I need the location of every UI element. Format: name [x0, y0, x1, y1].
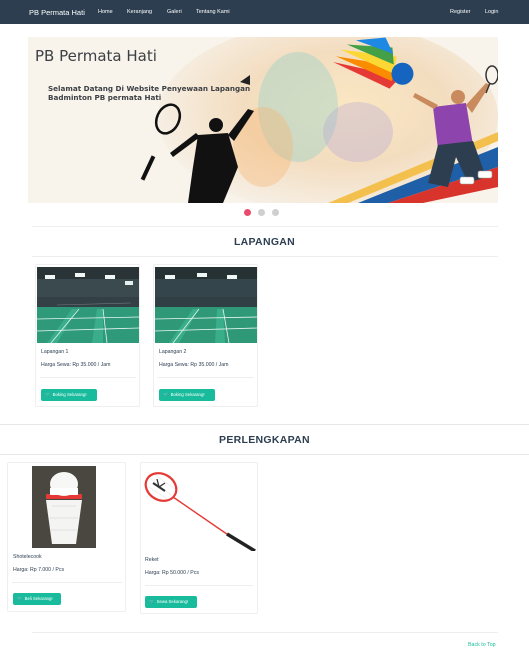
card-divider	[12, 582, 122, 583]
nav-register[interactable]: Register	[450, 9, 470, 15]
lapangan-card: Lapangan 1 Harga Sewa: Rp 35.000 / Jam 🛒…	[35, 264, 140, 407]
shopping-cart-icon: 🛒	[163, 392, 169, 397]
card-price: Harga: Rp 7.000 / Pcs	[13, 567, 65, 573]
lapangan-card: Lapangan 2 Harga Sewa: Rp 35.000 / Jam 🛒…	[153, 264, 258, 407]
shopping-cart-icon: 🛒	[17, 596, 23, 601]
hero-carousel[interactable]: PB Permata Hati Selamat Datang Di Websit…	[28, 37, 498, 203]
perlengkapan-card: Shotelecook Harga: Rp 7.000 / Pcs 🛒 Beli …	[7, 462, 126, 612]
banner-title: PB Permata Hati	[35, 47, 157, 65]
perlengkapan-card: Reket Harga: Rp 50.000 / Pcs 🛒 Sewa Sekar…	[140, 462, 258, 614]
back-to-top-link[interactable]: Back to Top	[468, 642, 496, 648]
card-price: Harga Sewa: Rp 35.000 / Jam	[41, 362, 111, 368]
card-name: Lapangan 2	[159, 349, 187, 355]
shuttlecock-image	[32, 466, 96, 548]
nav-tentang-kami[interactable]: Tentang Kami	[196, 9, 230, 15]
lapangan-heading: LAPANGAN	[233, 236, 296, 248]
carousel-dot-2[interactable]	[258, 209, 265, 216]
racket-image	[143, 469, 257, 551]
section-band-top	[0, 424, 529, 425]
shopping-cart-icon: 🛒	[149, 599, 155, 604]
nav-login[interactable]: Login	[485, 9, 498, 15]
card-name: Lapangan 1	[41, 349, 69, 355]
nav-keranjang[interactable]: Keranjang	[127, 9, 152, 15]
brand-link[interactable]: PB Permata Hati	[29, 8, 85, 17]
card-price: Harga: Rp 50.000 / Pcs	[145, 570, 199, 576]
section-divider	[32, 226, 498, 227]
shopping-cart-icon: 🛒	[45, 392, 51, 397]
card-name: Shotelecook	[13, 554, 42, 560]
buy-button[interactable]: 🛒 Beli Sekarang!	[13, 593, 61, 605]
booking-button[interactable]: 🛒 Boking Sekarang!	[41, 389, 97, 401]
booking-button[interactable]: 🛒 Boking Sekarang!	[159, 389, 215, 401]
carousel-dot-3[interactable]	[272, 209, 279, 216]
court-image	[37, 267, 139, 343]
card-name: Reket	[145, 557, 159, 563]
footer-divider	[32, 632, 498, 633]
section-band-bottom	[0, 454, 529, 455]
rent-button[interactable]: 🛒 Sewa Sekarang!	[145, 596, 197, 608]
card-divider	[158, 377, 254, 378]
perlengkapan-heading: PERLENGKAPAN	[219, 434, 310, 446]
badminton-banner-image: PB Permata Hati Selamat Datang Di Websit…	[28, 37, 498, 203]
nav-galeri[interactable]: Galeri	[167, 9, 182, 15]
card-divider	[40, 377, 136, 378]
carousel-dot-1[interactable]	[244, 209, 251, 216]
carousel-indicators	[0, 209, 529, 217]
card-divider	[145, 585, 253, 586]
top-navbar: PB Permata Hati Home Keranjang Galeri Te…	[0, 0, 529, 24]
nav-home[interactable]: Home	[98, 9, 113, 15]
card-price: Harga Sewa: Rp 35.000 / Jam	[159, 362, 229, 368]
banner-subtitle-line2: Badminton PB permata Hati	[48, 93, 161, 102]
section-divider	[32, 256, 498, 257]
court-image	[155, 267, 257, 343]
banner-subtitle-line1: Selamat Datang Di Website Penyewaan Lapa…	[48, 84, 250, 93]
